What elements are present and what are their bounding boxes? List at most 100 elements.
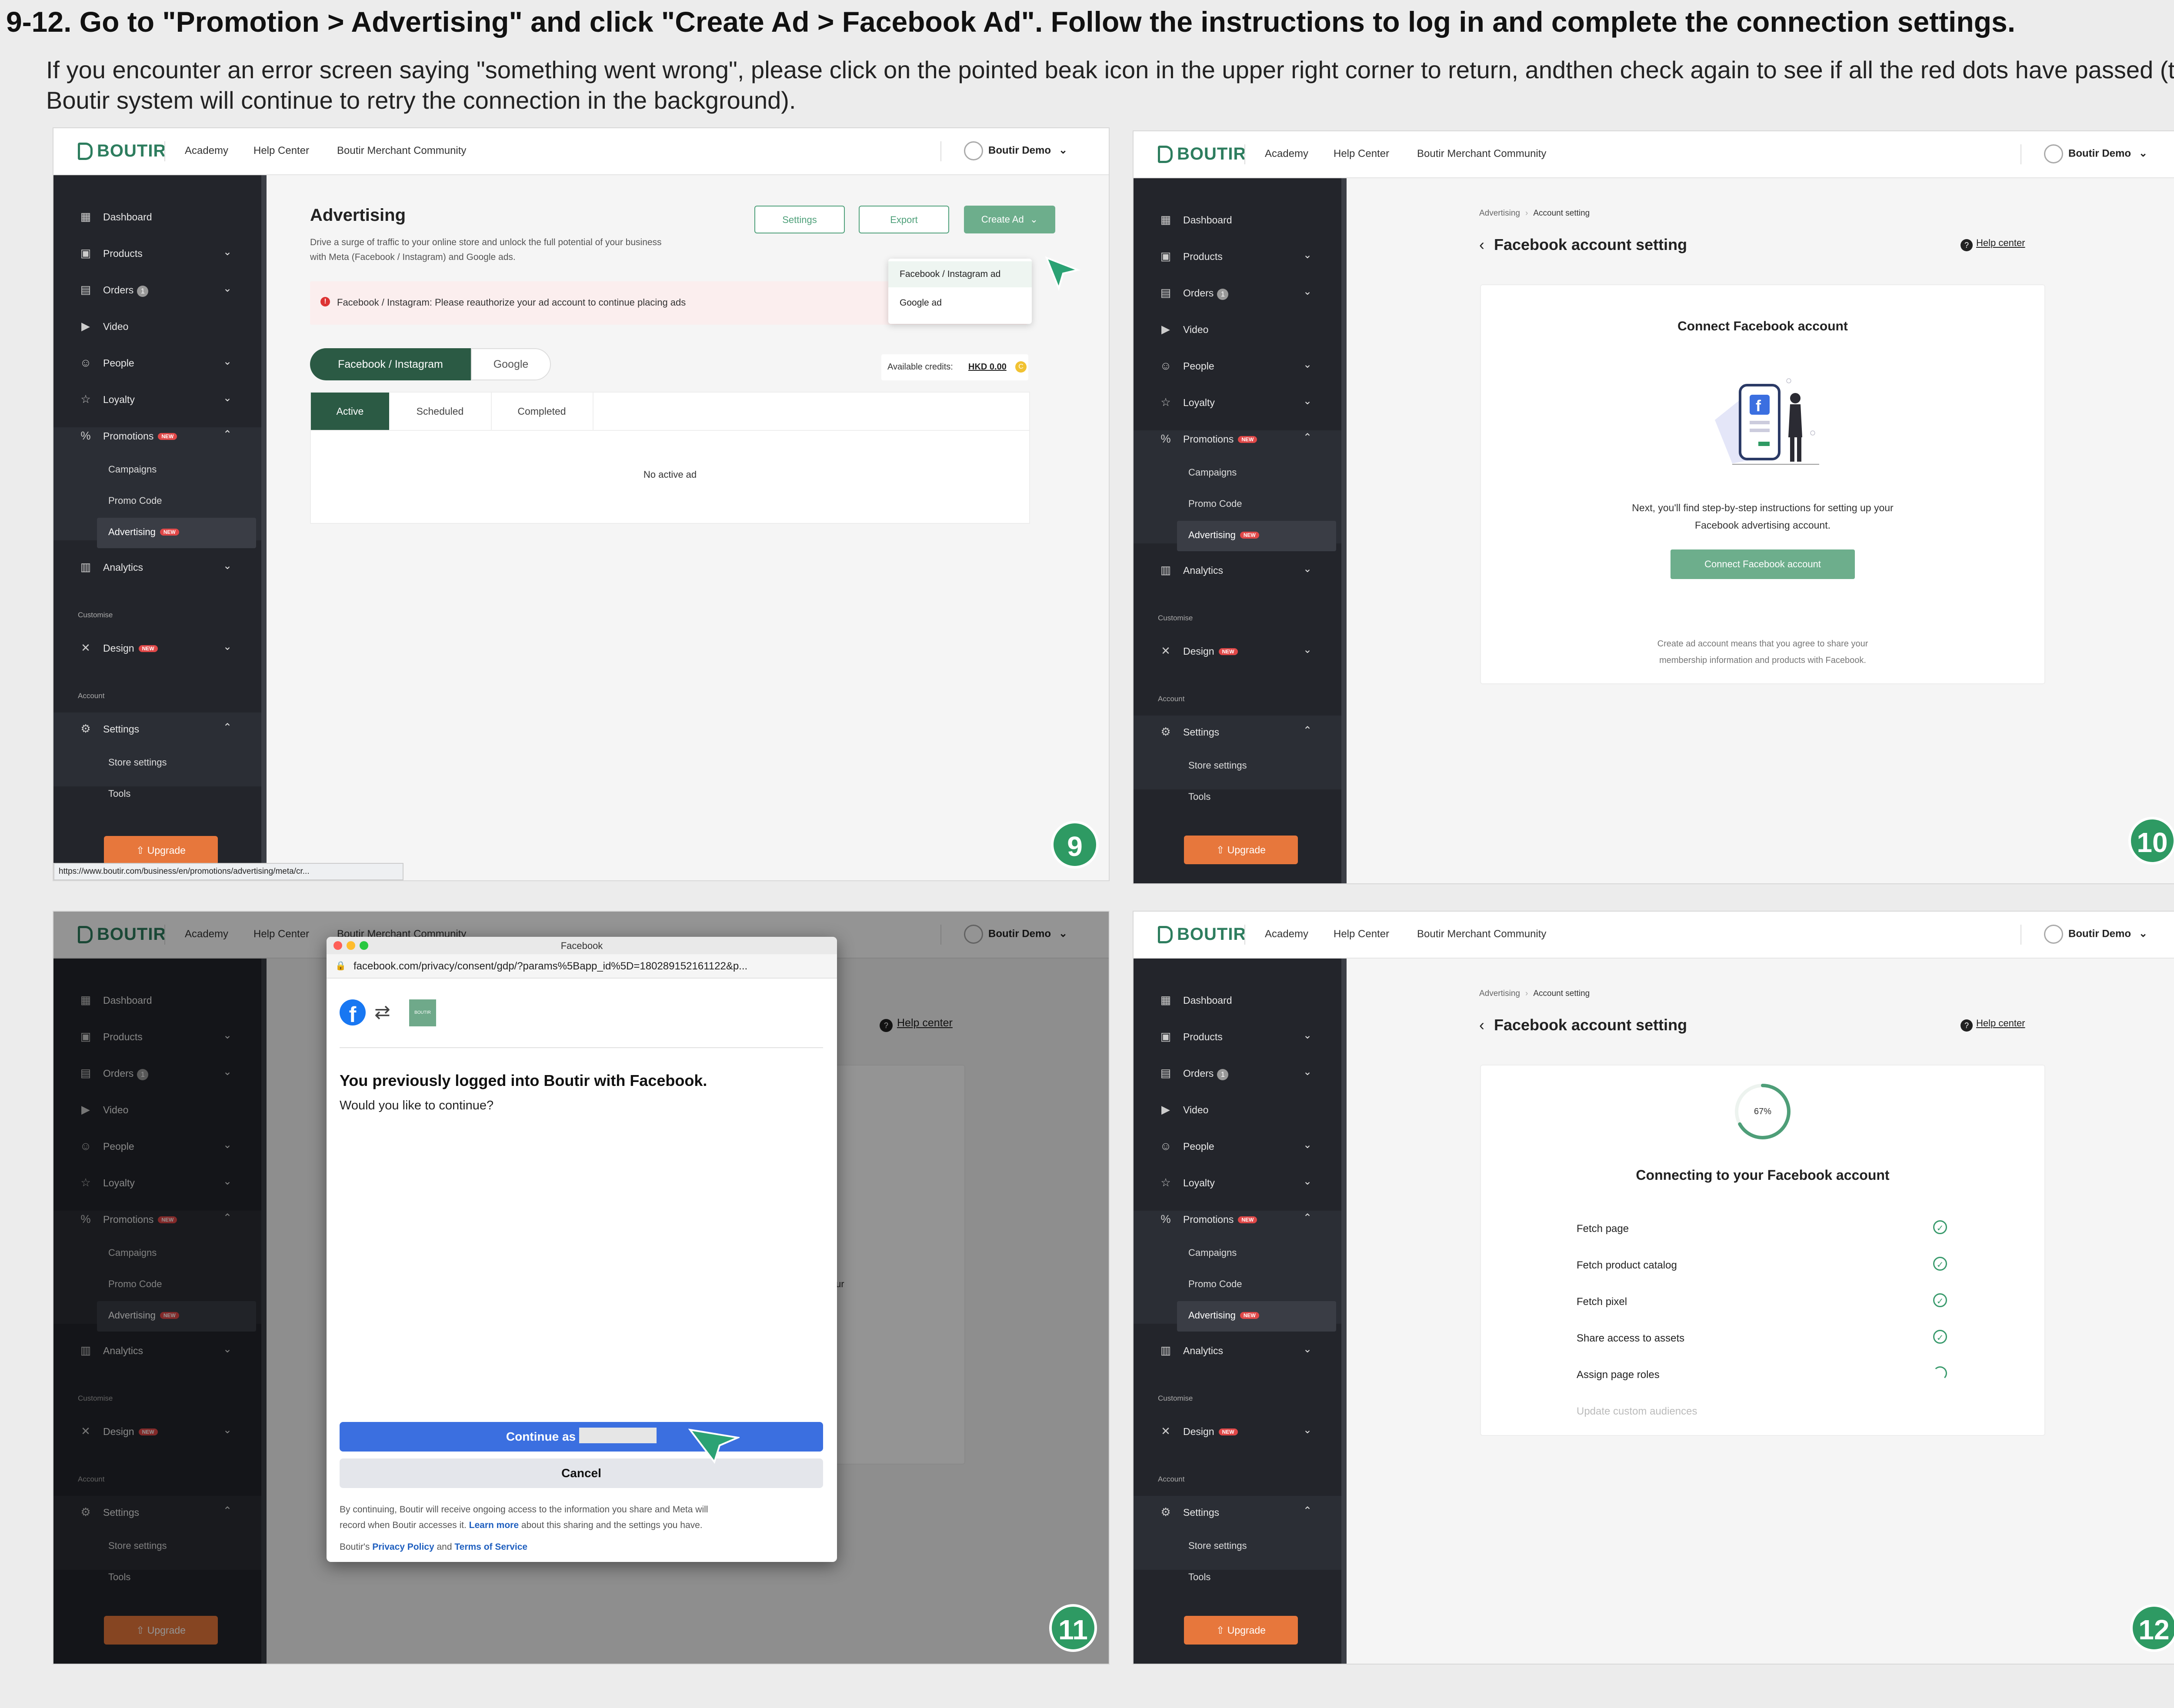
user-menu[interactable]: Boutir Demo ⌄ [964, 141, 1067, 160]
export-button[interactable]: Export [859, 206, 949, 233]
help-center-link[interactable]: ? Help center [1961, 1018, 2025, 1032]
sidebar-item-video[interactable]: ▶ Video [1160, 323, 1208, 336]
sidebar-item-tools[interactable]: Tools [1188, 791, 1210, 802]
sidebar-item-video[interactable]: ▶ Video [1160, 1103, 1208, 1116]
chevron-down-icon[interactable]: ⌄ [223, 282, 232, 295]
chevron-down-icon[interactable]: ⌄ [1303, 1343, 1312, 1355]
chevron-down-icon[interactable]: ⌄ [1303, 1029, 1312, 1042]
sidebar-item-settings[interactable]: ⚙ Settings [1160, 1505, 1219, 1519]
sidebar-item-campaigns[interactable]: Campaigns [1188, 467, 1237, 478]
sidebar-item-products[interactable]: ▣ Products [1160, 1030, 1223, 1043]
sidebar-item-people[interactable]: ☺ People [1160, 359, 1214, 373]
sidebar-item-loyalty[interactable]: ☆ Loyalty [1160, 396, 1215, 409]
chevron-down-icon[interactable]: ⌄ [223, 355, 232, 368]
sidebar-item-promo-code[interactable]: Promo Code [1188, 1279, 1242, 1290]
community-link[interactable]: Boutir Merchant Community [1417, 148, 1546, 160]
help-center-link[interactable]: Help Center [253, 145, 309, 157]
chevron-down-icon[interactable]: ⌄ [1303, 395, 1312, 407]
sidebar-item-advertising[interactable]: Advertising NEW [108, 526, 179, 538]
chevron-down-icon[interactable]: ⌄ [1303, 563, 1312, 575]
upgrade-button[interactable]: ⇧ Upgrade [1184, 1616, 1298, 1645]
sidebar-item-orders[interactable]: ▤ Orders 1 [1160, 286, 1229, 300]
chevron-down-icon[interactable]: ⌄ [223, 392, 232, 404]
chevron-up-icon[interactable]: ⌃ [223, 428, 232, 441]
boutir-logo[interactable]: BOUTIR [1158, 925, 1246, 944]
chevron-down-icon[interactable]: ⌄ [1303, 1424, 1312, 1436]
menu-item-facebook-instagram-ad[interactable]: Facebook / Instagram ad [900, 269, 1000, 280]
sidebar-item-campaigns[interactable]: Campaigns [108, 464, 157, 475]
sidebar-item-tools[interactable]: Tools [108, 788, 130, 799]
sidebar-item-tools[interactable]: Tools [1188, 1571, 1210, 1583]
upgrade-button[interactable]: ⇧ Upgrade [104, 836, 218, 865]
academy-link[interactable]: Academy [185, 145, 228, 157]
chevron-down-icon[interactable]: ⌄ [223, 559, 232, 572]
chevron-down-icon[interactable]: ⌄ [223, 640, 232, 653]
chevron-down-icon[interactable]: ⌄ [223, 246, 232, 258]
menu-item-google-ad[interactable]: Google ad [900, 298, 942, 308]
sidebar-item-analytics[interactable]: ▥ Analytics [1160, 563, 1223, 577]
sidebar-item-people[interactable]: ☺ People [1160, 1139, 1214, 1153]
sidebar-item-orders[interactable]: ▤ Orders 1 [1160, 1066, 1229, 1080]
help-center-link[interactable]: ? Help center [1961, 237, 2025, 251]
subtab-scheduled[interactable]: Scheduled [389, 393, 492, 430]
help-center-link[interactable]: Help Center [1334, 148, 1389, 160]
sidebar-scrollbar[interactable] [1341, 178, 1347, 883]
back-arrow-icon[interactable]: ‹ [1479, 1016, 1484, 1034]
chevron-down-icon[interactable]: ⌄ [1303, 1139, 1312, 1151]
chevron-down-icon[interactable]: ⌄ [1303, 643, 1312, 656]
chevron-up-icon[interactable]: ⌃ [1303, 724, 1312, 737]
sidebar-item-products[interactable]: ▣ Products [1160, 250, 1223, 263]
sidebar-item-advertising[interactable]: Advertising NEW [1188, 1310, 1259, 1321]
sidebar-item-loyalty[interactable]: ☆ Loyalty [80, 393, 135, 406]
sidebar-item-design[interactable]: ✕ Design NEW [1160, 644, 1238, 658]
help-center-link[interactable]: Help Center [1334, 928, 1389, 940]
chevron-up-icon[interactable]: ⌃ [1303, 1505, 1312, 1517]
sidebar-item-advertising[interactable]: Advertising NEW [1188, 529, 1259, 541]
breadcrumb-parent[interactable]: Advertising [1479, 209, 1520, 218]
chevron-down-icon[interactable]: ⌄ [1303, 358, 1312, 371]
boutir-logo[interactable]: BOUTIR [78, 141, 166, 161]
chevron-up-icon[interactable]: ⌃ [223, 721, 232, 734]
sidebar-item-promo-code[interactable]: Promo Code [1188, 498, 1242, 509]
settings-button[interactable]: Settings [754, 206, 845, 233]
sidebar-item-dashboard[interactable]: ▦ Dashboard [1160, 213, 1232, 226]
back-arrow-icon[interactable]: ‹ [1479, 236, 1484, 253]
learn-more-link[interactable]: Learn more [469, 1520, 519, 1530]
credits-value[interactable]: HKD 0.00 [968, 362, 1007, 372]
chevron-up-icon[interactable]: ⌃ [1303, 431, 1312, 444]
create-ad-button[interactable]: Create Ad ⌄ [964, 206, 1055, 233]
chevron-down-icon[interactable]: ⌄ [1303, 285, 1312, 298]
terms-link[interactable]: Terms of Service [454, 1542, 527, 1552]
sidebar-item-analytics[interactable]: ▥ Analytics [80, 560, 143, 574]
sidebar-item-settings[interactable]: ⚙ Settings [1160, 725, 1219, 739]
community-link[interactable]: Boutir Merchant Community [1417, 928, 1546, 940]
continue-as-button[interactable]: Continue as [340, 1422, 823, 1452]
academy-link[interactable]: Academy [1265, 928, 1308, 940]
sidebar-scrollbar[interactable] [1341, 959, 1347, 1664]
community-link[interactable]: Boutir Merchant Community [337, 145, 466, 157]
privacy-policy-link[interactable]: Privacy Policy [372, 1542, 434, 1552]
sidebar-item-video[interactable]: ▶ Video [80, 320, 128, 333]
upgrade-button[interactable]: ⇧ Upgrade [1184, 836, 1298, 864]
chevron-up-icon[interactable]: ⌃ [1303, 1212, 1312, 1224]
sidebar-item-people[interactable]: ☺ People [80, 356, 134, 370]
tab-facebook-instagram[interactable]: Facebook / Instagram [310, 348, 471, 380]
sidebar-item-settings[interactable]: ⚙ Settings [80, 722, 139, 736]
sidebar-item-analytics[interactable]: ▥ Analytics [1160, 1344, 1223, 1357]
subtab-active[interactable]: Active [311, 393, 389, 430]
subtab-completed[interactable]: Completed [491, 393, 594, 430]
user-menu[interactable]: Boutir Demo ⌄ [2044, 925, 2147, 944]
cancel-button[interactable]: Cancel [340, 1458, 823, 1488]
sidebar-item-store-settings[interactable]: Store settings [108, 757, 167, 768]
tab-google[interactable]: Google [471, 348, 551, 380]
url-text[interactable]: facebook.com/privacy/consent/gdp/?params… [353, 960, 747, 972]
boutir-logo[interactable]: BOUTIR [1158, 144, 1246, 164]
sidebar-scrollbar[interactable] [261, 175, 267, 880]
academy-link[interactable]: Academy [1265, 148, 1308, 160]
sidebar-item-design[interactable]: ✕ Design NEW [80, 641, 158, 655]
breadcrumb-parent[interactable]: Advertising [1479, 989, 1520, 998]
sidebar-item-dashboard[interactable]: ▦ Dashboard [80, 210, 152, 223]
sidebar-item-promotions[interactable]: % Promotions NEW [1160, 432, 1257, 446]
user-menu[interactable]: Boutir Demo ⌄ [2044, 144, 2147, 163]
sidebar-item-products[interactable]: ▣ Products [80, 246, 143, 260]
